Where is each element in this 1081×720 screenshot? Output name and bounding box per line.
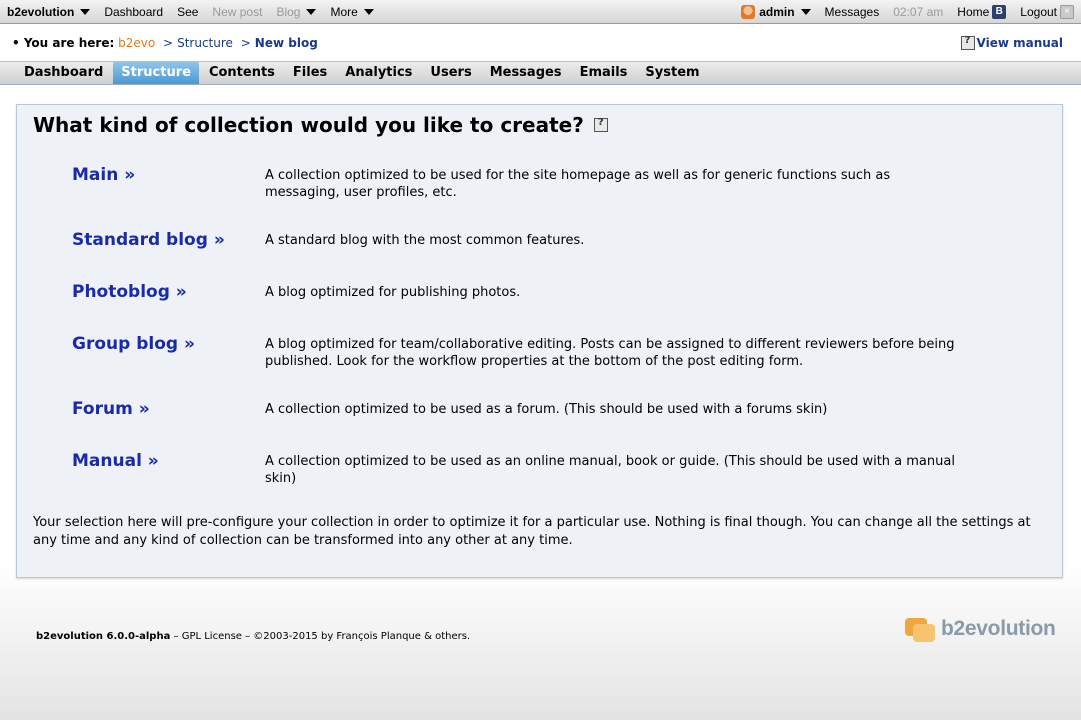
logout-label: Logout (1020, 4, 1057, 19)
more-menu-label: More (330, 4, 358, 19)
logout-link[interactable]: Logout × (1013, 0, 1081, 23)
breadcrumb-structure[interactable]: Structure (177, 36, 233, 50)
kind-desc-main: A collection optimized to be used for th… (265, 168, 891, 200)
messages-link[interactable]: Messages (818, 0, 887, 23)
chevron-down-icon (306, 8, 317, 15)
avatar-icon (741, 4, 756, 19)
kind-desc-manual: A collection optimized to be used as an … (265, 454, 955, 486)
tab-dashboard[interactable]: Dashboard (16, 62, 111, 84)
kind-link-standard-blog[interactable]: Standard blog » (72, 230, 225, 250)
logo-mark-icon (905, 614, 937, 644)
selection-note: Your selection here will pre-configure y… (33, 515, 1031, 548)
kind-link-manual[interactable]: Manual » (72, 451, 159, 471)
logo-bubble-front (913, 624, 935, 642)
tab-users[interactable]: Users (422, 62, 479, 84)
help-book-icon (960, 35, 975, 50)
site-menu-label: b2evolution (7, 4, 75, 19)
main-tabs: Dashboard Structure Contents Files Analy… (0, 61, 1081, 85)
footer-license: – GPL License – ©2003-2015 by François P… (170, 631, 471, 642)
tab-contents[interactable]: Contents (201, 62, 283, 84)
kind-desc-forum: A collection optimized to be used as a f… (265, 402, 828, 417)
tab-files[interactable]: Files (285, 62, 335, 84)
tab-messages[interactable]: Messages (482, 62, 570, 84)
kind-link-main[interactable]: Main » (72, 165, 135, 185)
kind-desc-standard-blog: A standard blog with the most common fea… (265, 233, 585, 248)
logo-wordmark: b2evolution (941, 617, 1056, 640)
kind-link-group-blog[interactable]: Group blog » (72, 334, 195, 354)
kind-desc-photoblog: A blog optimized for publishing photos. (265, 285, 521, 300)
tab-analytics[interactable]: Analytics (337, 62, 420, 84)
home-link[interactable]: Home B (950, 0, 1013, 23)
page-title-text: What kind of collection would you like t… (33, 113, 584, 137)
more-menu[interactable]: More (323, 0, 380, 23)
blog-badge-icon: B (992, 4, 1007, 19)
breadcrumb: • You are here: b2evo > Structure > New bl… (12, 36, 318, 50)
help-book-icon[interactable] (593, 117, 608, 132)
view-manual-label: View manual (976, 35, 1064, 50)
kind-desc-group-blog: A blog optimized for team/collaborative … (265, 337, 955, 369)
dashboard-link[interactable]: Dashboard (97, 0, 170, 23)
see-link[interactable]: See (170, 0, 205, 23)
new-post-link: New post (212, 4, 263, 19)
footer-credits: b2evolution 6.0.0-alpha – GPL License – … (36, 631, 470, 642)
breadcrumb-separator: > (240, 35, 251, 50)
clock-time: 02:07 am (893, 4, 944, 19)
tab-system[interactable]: System (637, 62, 707, 84)
chevron-down-icon (80, 8, 91, 15)
home-label: Home (957, 4, 990, 19)
blog-menu-label: Blog (276, 4, 301, 19)
close-icon: × (1060, 4, 1074, 19)
tab-structure[interactable]: Structure (113, 62, 199, 84)
b2evolution-logo[interactable]: b2evolution (905, 614, 1056, 644)
breadcrumb-bar: • You are here: b2evo > Structure > New bl… (0, 25, 1081, 60)
tab-emails[interactable]: Emails (572, 62, 636, 84)
user-menu[interactable]: admin (734, 0, 817, 23)
chevron-down-icon (800, 8, 811, 15)
view-manual-link[interactable]: View manual (960, 35, 1064, 50)
chevron-down-icon (363, 8, 374, 15)
kind-link-photoblog[interactable]: Photoblog » (72, 282, 187, 302)
user-name: admin (759, 4, 795, 19)
collection-kind-panel: What kind of collection would you like t… (16, 104, 1063, 578)
breadcrumb-prefix: • You are here: (12, 35, 115, 50)
site-menu[interactable]: b2evolution (0, 0, 97, 23)
breadcrumb-root[interactable]: b2evo (118, 36, 155, 50)
breadcrumb-current: New blog (254, 35, 318, 50)
footer-version[interactable]: b2evolution 6.0.0-alpha (36, 631, 170, 642)
evobar: b2evolution Dashboard See New post Blog … (0, 0, 1081, 24)
kind-link-forum[interactable]: Forum » (72, 399, 150, 419)
blog-menu[interactable]: Blog (269, 0, 323, 23)
breadcrumb-separator: > (163, 35, 174, 50)
page-title: What kind of collection would you like t… (33, 113, 610, 137)
